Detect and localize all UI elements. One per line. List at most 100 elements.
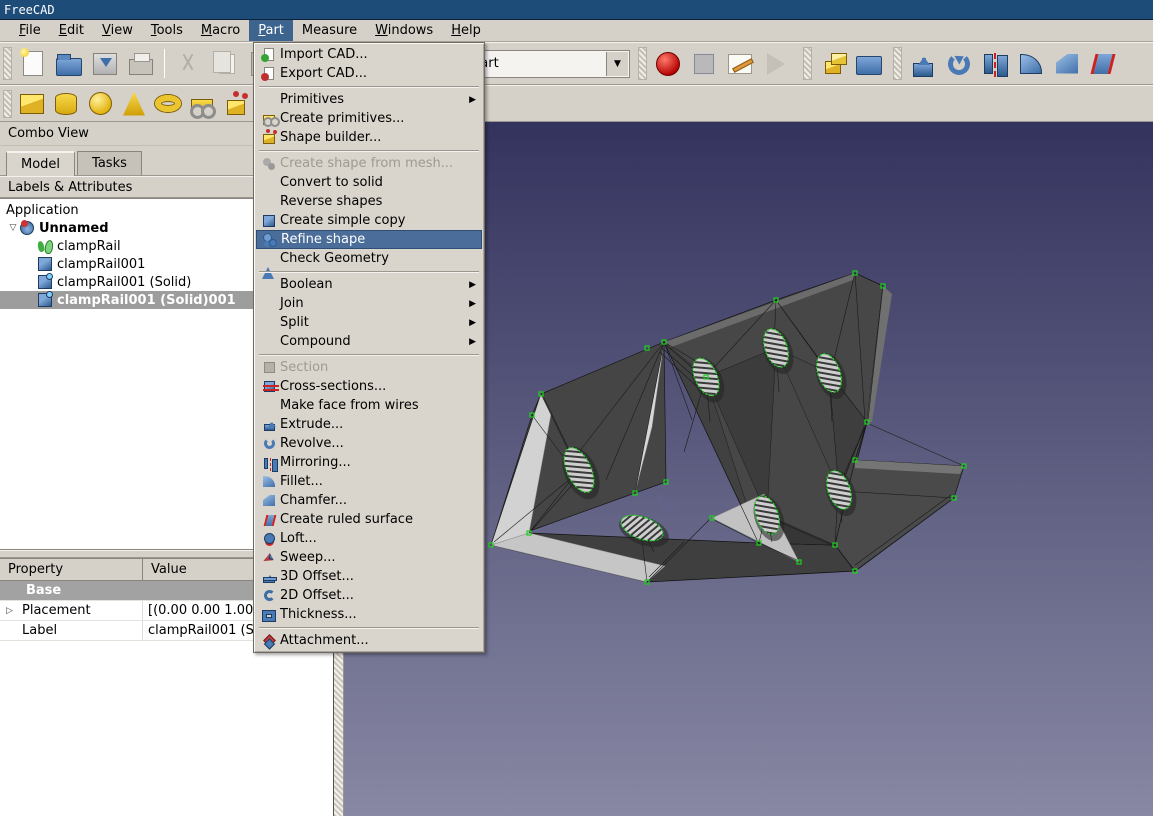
- cut-button[interactable]: [170, 47, 206, 81]
- record-icon: [656, 52, 680, 76]
- window-titlebar[interactable]: FreeCAD: [0, 0, 1153, 20]
- stop-icon: [694, 54, 714, 74]
- menu-item-make-face-from-wires[interactable]: Make face from wires: [256, 396, 482, 415]
- menu-item-mirroring[interactable]: Mirroring...: [256, 453, 482, 472]
- macro-play-button[interactable]: [758, 47, 794, 81]
- menubar: File Edit View Tools Macro Part Measure …: [0, 20, 1153, 42]
- menu-item-refine-shape[interactable]: Refine shape: [256, 230, 482, 249]
- open-button[interactable]: [51, 47, 87, 81]
- menu-item-compound[interactable]: Compound▶: [256, 332, 482, 351]
- dropdown-arrow-icon[interactable]: ▼: [606, 52, 628, 76]
- sphere-button[interactable]: [83, 89, 117, 119]
- menu-item-create-simple-copy[interactable]: Create simple copy: [256, 211, 482, 230]
- menu-edit[interactable]: Edit: [50, 20, 93, 41]
- menu-view[interactable]: View: [93, 20, 142, 41]
- collapse-arrow-icon[interactable]: ▽: [6, 223, 20, 233]
- menu-item-import-cad[interactable]: Import CAD...: [256, 45, 482, 64]
- menu-item-export-cad[interactable]: Export CAD...: [256, 64, 482, 83]
- toolbar-primitives: [0, 85, 1153, 122]
- tab-model[interactable]: Model: [6, 151, 75, 176]
- solid-cube-icon: [38, 275, 52, 289]
- menu-item-sweep[interactable]: Sweep...: [256, 548, 482, 567]
- macro-edit-button[interactable]: [722, 47, 758, 81]
- menu-item-boolean[interactable]: Boolean▶: [256, 275, 482, 294]
- shape-builder-icon: [263, 134, 275, 144]
- menu-measure[interactable]: Measure: [293, 20, 366, 41]
- cross-sections-icon: [264, 381, 275, 392]
- menu-item-create-ruled-surface[interactable]: Create ruled surface: [256, 510, 482, 529]
- compound-icon: [856, 56, 882, 75]
- mirror-button[interactable]: [977, 47, 1013, 81]
- property-column-header[interactable]: Property: [0, 559, 143, 580]
- toolbar-handle[interactable]: [3, 90, 12, 118]
- sphere-icon: [89, 92, 112, 115]
- menu-item-thickness[interactable]: Thickness...: [256, 605, 482, 624]
- menu-item-cross-sections[interactable]: Cross-sections...: [256, 377, 482, 396]
- export-cad-icon: [264, 67, 274, 80]
- shape-from-mesh-icon: [262, 157, 276, 171]
- torus-button[interactable]: [151, 89, 185, 119]
- chamfer-icon: [1056, 54, 1078, 74]
- menu-item-2d-offset[interactable]: 2D Offset...: [256, 586, 482, 605]
- menu-file[interactable]: File: [10, 20, 50, 41]
- cone-button[interactable]: [117, 89, 151, 119]
- menu-part[interactable]: Part: [249, 20, 293, 41]
- copy-button[interactable]: [206, 47, 242, 81]
- menu-item-fillet[interactable]: Fillet...: [256, 472, 482, 491]
- menu-windows[interactable]: Windows: [366, 20, 442, 41]
- expand-arrow-icon[interactable]: ▷: [6, 606, 13, 616]
- box-icon: [20, 94, 44, 114]
- 2d-offset-icon: [264, 590, 275, 601]
- cylinder-button[interactable]: [49, 89, 83, 119]
- window-title: FreeCAD: [4, 3, 55, 17]
- menu-item-revolve[interactable]: Revolve...: [256, 434, 482, 453]
- ruled-surface-button[interactable]: [1085, 47, 1121, 81]
- save-icon: [93, 53, 117, 75]
- menu-tools[interactable]: Tools: [142, 20, 192, 41]
- 3d-offset-icon: [263, 579, 275, 583]
- menu-item-reverse-shapes[interactable]: Reverse shapes: [256, 192, 482, 211]
- extrude-icon: [913, 63, 933, 77]
- new-document-button[interactable]: [15, 47, 51, 81]
- revolve-button[interactable]: [941, 47, 977, 81]
- toolbar-handle[interactable]: [638, 47, 647, 80]
- menu-item-chamfer[interactable]: Chamfer...: [256, 491, 482, 510]
- fillet-button[interactable]: [1013, 47, 1049, 81]
- menu-item-check-geometry[interactable]: Check Geometry: [256, 249, 482, 268]
- tab-tasks[interactable]: Tasks: [77, 151, 142, 175]
- menu-separator: [256, 147, 482, 154]
- menu-item-extrude[interactable]: Extrude...: [256, 415, 482, 434]
- part-menu-popup: Import CAD... Export CAD... Primitives▶ …: [253, 42, 485, 653]
- macro-stop-button[interactable]: [686, 47, 722, 81]
- macro-record-button[interactable]: [650, 47, 686, 81]
- menu-item-convert-to-solid[interactable]: Convert to solid: [256, 173, 482, 192]
- menu-item-join[interactable]: Join▶: [256, 294, 482, 313]
- extrude-button[interactable]: [905, 47, 941, 81]
- menu-item-3d-offset[interactable]: 3D Offset...: [256, 567, 482, 586]
- open-folder-icon: [56, 58, 82, 76]
- menu-help[interactable]: Help: [442, 20, 490, 41]
- cone-icon: [123, 92, 145, 116]
- toolbar-handle[interactable]: [3, 47, 12, 80]
- boolean-button[interactable]: [815, 47, 851, 81]
- toolbar-handle[interactable]: [893, 47, 902, 80]
- chamfer-button[interactable]: [1049, 47, 1085, 81]
- menu-item-create-primitives[interactable]: Create primitives...: [256, 109, 482, 128]
- create-primitives-button[interactable]: [185, 89, 219, 119]
- torus-icon: [155, 95, 181, 112]
- toolbar-handle[interactable]: [803, 47, 812, 80]
- attachment-icon: [263, 634, 276, 647]
- box-button[interactable]: [15, 89, 49, 119]
- compound-button[interactable]: [851, 47, 887, 81]
- menu-item-loft[interactable]: Loft...: [256, 529, 482, 548]
- menu-item-primitives[interactable]: Primitives▶: [256, 90, 482, 109]
- menu-item-split[interactable]: Split▶: [256, 313, 482, 332]
- shape-builder-button[interactable]: [219, 89, 253, 119]
- play-icon: [767, 53, 785, 75]
- menu-item-attachment[interactable]: Attachment...: [256, 631, 482, 650]
- print-button[interactable]: [123, 47, 159, 81]
- menu-item-shape-builder[interactable]: Shape builder...: [256, 128, 482, 147]
- print-icon: [129, 59, 153, 75]
- save-button[interactable]: [87, 47, 123, 81]
- menu-macro[interactable]: Macro: [192, 20, 249, 41]
